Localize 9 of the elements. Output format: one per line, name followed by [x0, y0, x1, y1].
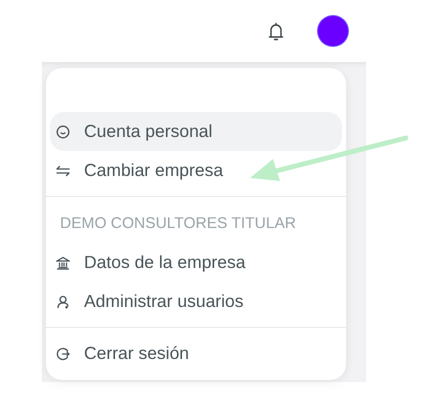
- section-heading: DEMO CONSULTORES TITULAR: [59, 214, 297, 234]
- bank-icon: [56, 256, 70, 270]
- menu-item[interactable]: Cuenta personal: [50, 112, 342, 151]
- bell-icon[interactable]: [268, 22, 284, 42]
- logout-icon: [56, 346, 70, 360]
- smile-icon: [56, 124, 70, 138]
- user-icon: [56, 294, 70, 308]
- avatar[interactable]: [318, 16, 348, 46]
- swap-icon: [56, 164, 70, 176]
